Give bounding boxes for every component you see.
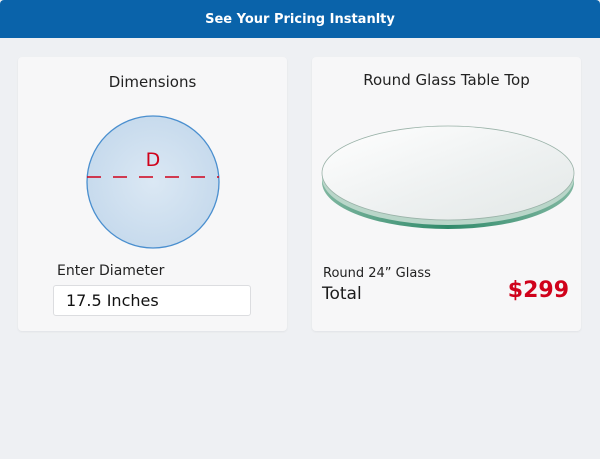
diameter-field-label: Enter Diameter xyxy=(57,263,165,279)
product-line-text: Round 24” Glass xyxy=(323,266,431,281)
round-glass-table-top-image xyxy=(321,125,575,229)
circle-diameter-diagram: D xyxy=(86,115,220,249)
total-label: Total xyxy=(322,284,362,304)
dimensions-card: Dimensions D Enter Diameter xyxy=(18,57,287,331)
diameter-letter: D xyxy=(146,149,161,171)
product-card: Round Glass Table Top Round 24” Glass To… xyxy=(312,57,581,331)
diameter-input[interactable] xyxy=(53,285,251,316)
dimensions-title: Dimensions xyxy=(108,73,197,91)
product-title: Round Glass Table Top xyxy=(363,71,530,89)
circle-shape xyxy=(86,115,220,249)
glass-top-surface xyxy=(321,125,575,221)
pricing-header-title: See Your Pricing Instanlty xyxy=(205,11,395,27)
total-price: $299 xyxy=(507,278,569,303)
pricing-header: See Your Pricing Instanlty xyxy=(0,0,600,38)
